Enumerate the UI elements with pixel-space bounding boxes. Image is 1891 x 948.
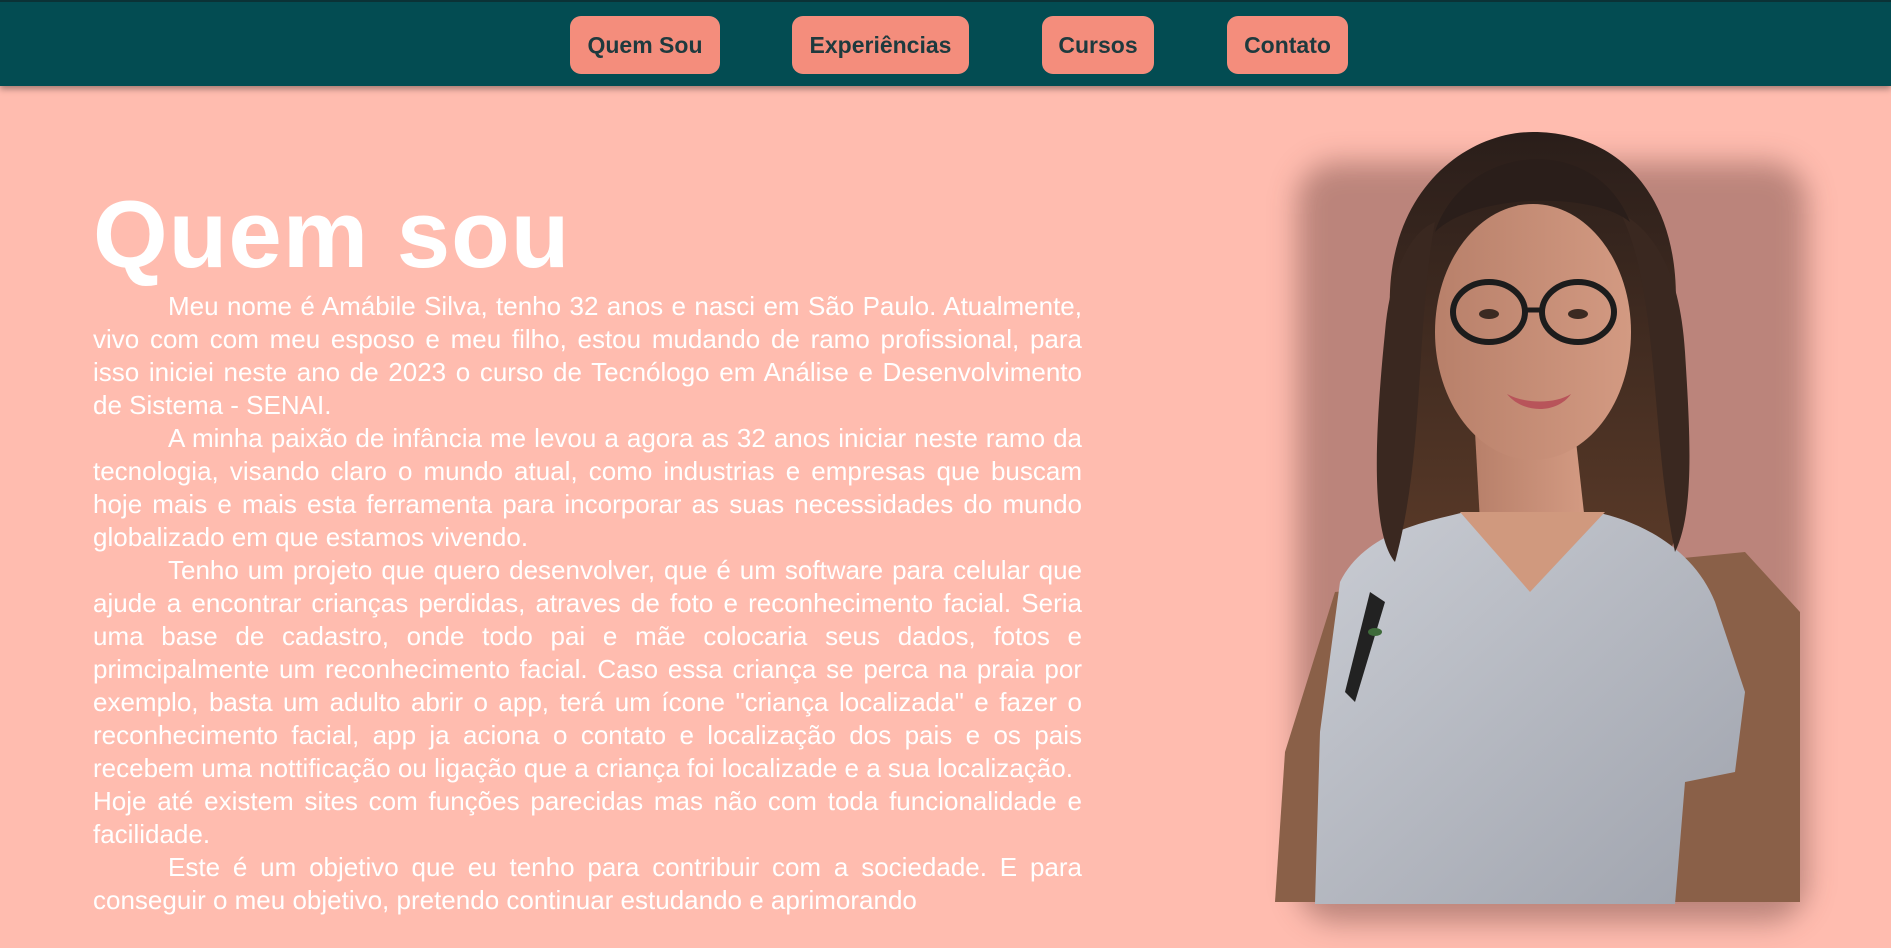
about-section: Quem sou Meu nome é Amábile Silva, tenho…	[93, 180, 1082, 917]
paragraph-objective: Este é um objetivo que eu tenho para con…	[93, 852, 1082, 915]
nav-experiencias-button[interactable]: Experiências	[792, 16, 969, 74]
portrait-illustration	[1275, 132, 1800, 904]
profile-photo	[1275, 132, 1807, 922]
paragraph-existing-sites: Hoje até existem sites com funções parec…	[93, 786, 1082, 849]
left-eye	[1479, 309, 1499, 319]
nav-quem-sou-button[interactable]: Quem Sou	[570, 16, 720, 74]
paragraph-passion: A minha paixão de infância me levou a ag…	[93, 423, 1082, 552]
shirt-logo	[1368, 628, 1382, 636]
right-eye	[1568, 309, 1588, 319]
top-navbar: Quem Sou Experiências Cursos Contato	[0, 0, 1891, 86]
nav-cursos-button[interactable]: Cursos	[1042, 16, 1154, 74]
paragraph-intro: Meu nome é Amábile Silva, tenho 32 anos …	[93, 291, 1082, 420]
paragraph-project: Tenho um projeto que quero desenvolver, …	[93, 555, 1082, 783]
page-title: Quem sou	[93, 181, 571, 288]
nav-contato-button[interactable]: Contato	[1227, 16, 1348, 74]
